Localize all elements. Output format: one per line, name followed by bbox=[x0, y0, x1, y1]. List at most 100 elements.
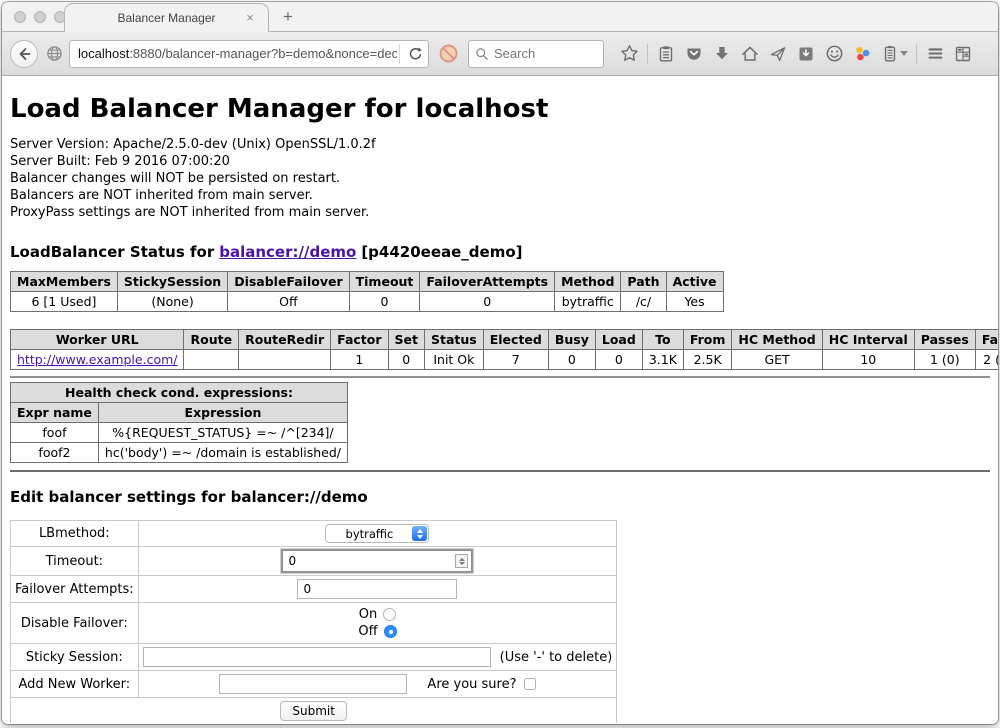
timeout-input[interactable] bbox=[282, 550, 472, 572]
search-bar[interactable] bbox=[468, 40, 604, 68]
cell-set: 0 bbox=[388, 350, 424, 370]
tab-balancer-manager[interactable]: Balancer Manager × bbox=[64, 3, 269, 32]
form-row-add-worker: Add New Worker: Are you sure? bbox=[11, 671, 617, 698]
table-title-row: Health check cond. expressions: bbox=[11, 383, 348, 403]
add-worker-input[interactable] bbox=[219, 674, 407, 694]
notes-clipboard-button[interactable] bbox=[877, 41, 911, 67]
col-hc-interval: HC Interval bbox=[822, 330, 914, 350]
site-identity-globe-icon[interactable] bbox=[46, 45, 63, 62]
cell-route bbox=[184, 350, 239, 370]
dropdown-caret-icon bbox=[900, 51, 908, 56]
cell-path: /c/ bbox=[621, 292, 666, 312]
save-square-icon bbox=[797, 45, 815, 63]
lbmethod-selected-value: bytraffic bbox=[346, 527, 394, 541]
inherit-warning-line: Balancers are NOT inherited from main se… bbox=[10, 187, 990, 204]
search-input[interactable] bbox=[494, 46, 584, 61]
new-tab-button[interactable]: + bbox=[269, 7, 307, 31]
content-blocker-icon[interactable] bbox=[438, 43, 459, 64]
pocket-button[interactable] bbox=[681, 41, 707, 67]
select-stepper-icon bbox=[412, 526, 427, 541]
confirm-checkbox[interactable] bbox=[524, 678, 536, 690]
disable-failover-on-radio[interactable] bbox=[383, 608, 396, 621]
close-window-button[interactable] bbox=[14, 11, 26, 23]
tab-tiles-button[interactable] bbox=[950, 41, 976, 67]
number-stepper-icon[interactable] bbox=[455, 554, 468, 568]
table-header-row: Expr name Expression bbox=[11, 403, 348, 423]
col-factor: Factor bbox=[331, 330, 388, 350]
cell-from: 2.5K bbox=[683, 350, 732, 370]
tab-close-icon[interactable]: × bbox=[242, 10, 258, 26]
col-expression: Expression bbox=[98, 403, 347, 423]
url-bar[interactable]: localhost:8880/balancer-manager?b=demo&n… bbox=[69, 40, 429, 68]
table-row: http://www.example.com/ 1 0 Init Ok 7 0 … bbox=[11, 350, 999, 370]
cell-failoverattempts: 0 bbox=[420, 292, 555, 312]
browser-window: Balancer Manager × + localhost:8880/bala… bbox=[2, 2, 998, 724]
cell-method: bytraffic bbox=[555, 292, 621, 312]
balancer-link[interactable]: balancer://demo bbox=[219, 243, 356, 261]
col-active: Active bbox=[666, 272, 723, 292]
table-row: 6 [1 Used] (None) Off 0 0 bytraffic /c/ … bbox=[11, 292, 724, 312]
cell-maxmembers: 6 [1 Used] bbox=[11, 292, 118, 312]
col-expr-name: Expr name bbox=[11, 403, 99, 423]
extension-dots-button[interactable] bbox=[849, 41, 875, 67]
download-arrow-icon bbox=[713, 45, 731, 63]
tab-title: Balancer Manager bbox=[117, 11, 215, 25]
col-busy: Busy bbox=[548, 330, 595, 350]
table-row: foof %{REQUEST_STATUS} =~ /^[234]/ bbox=[11, 423, 348, 443]
notes-clipboard-icon bbox=[881, 45, 899, 63]
search-icon bbox=[475, 47, 489, 61]
back-button[interactable] bbox=[10, 40, 38, 68]
back-arrow-icon bbox=[16, 46, 32, 62]
col-route: Route bbox=[184, 330, 239, 350]
reload-button[interactable] bbox=[402, 41, 428, 67]
server-built-line: Server Built: Feb 9 2016 07:00:20 bbox=[10, 153, 990, 170]
radio-off-label: Off bbox=[358, 623, 377, 640]
cell-load: 0 bbox=[595, 350, 642, 370]
menu-button[interactable] bbox=[922, 41, 948, 67]
lbmethod-select[interactable]: bytraffic bbox=[325, 524, 429, 543]
table-header-row: Worker URL Route RouteRedir Factor Set S… bbox=[11, 330, 999, 350]
cell-expr-name: foof2 bbox=[11, 443, 99, 463]
disable-failover-label: Disable Failover: bbox=[11, 603, 139, 644]
cell-expression: %{REQUEST_STATUS} =~ /^[234]/ bbox=[98, 423, 347, 443]
col-disablefailover: DisableFailover bbox=[228, 272, 349, 292]
worker-url-link[interactable]: http://www.example.com/ bbox=[17, 352, 177, 367]
feedback-button[interactable] bbox=[821, 41, 847, 67]
form-row-submit: Submit bbox=[11, 698, 617, 724]
home-icon bbox=[741, 45, 759, 63]
section-divider bbox=[10, 470, 990, 472]
col-stickysession: StickySession bbox=[117, 272, 227, 292]
cell-timeout: 0 bbox=[349, 292, 420, 312]
failover-attempts-input[interactable] bbox=[297, 579, 457, 599]
col-to: To bbox=[642, 330, 683, 350]
colored-dots-icon bbox=[853, 44, 872, 63]
table-header-row: MaxMembers StickySession DisableFailover… bbox=[11, 272, 724, 292]
radio-on-label: On bbox=[359, 606, 377, 623]
confirm-label: Are you sure? bbox=[427, 677, 516, 692]
failover-attempts-label: Failover Attempts: bbox=[11, 576, 139, 603]
send-tab-button[interactable] bbox=[765, 41, 791, 67]
save-page-button[interactable] bbox=[793, 41, 819, 67]
toolbar-separator bbox=[647, 44, 648, 64]
form-row-failover-attempts: Failover Attempts: bbox=[11, 576, 617, 603]
bookmark-star-button[interactable] bbox=[616, 41, 642, 67]
disable-failover-off-radio[interactable] bbox=[384, 625, 397, 638]
edit-settings-heading: Edit balancer settings for balancer://de… bbox=[10, 488, 990, 506]
col-timeout: Timeout bbox=[349, 272, 420, 292]
minimize-window-button[interactable] bbox=[34, 11, 46, 23]
server-info: Server Version: Apache/2.5.0-dev (Unix) … bbox=[10, 136, 990, 221]
reading-list-button[interactable] bbox=[653, 41, 679, 67]
paper-plane-icon bbox=[769, 45, 787, 63]
toolbar-buttons bbox=[616, 41, 976, 67]
url-path: :8880/balancer-manager?b=demo&nonce=decc… bbox=[129, 46, 397, 61]
home-button[interactable] bbox=[737, 41, 763, 67]
submit-button[interactable]: Submit bbox=[280, 701, 347, 721]
col-failoverattempts: FailoverAttempts bbox=[420, 272, 555, 292]
downloads-button[interactable] bbox=[709, 41, 735, 67]
sticky-session-input[interactable] bbox=[143, 647, 491, 667]
section-divider bbox=[10, 376, 990, 378]
balancer-status-table: MaxMembers StickySession DisableFailover… bbox=[10, 271, 724, 312]
cell-busy: 0 bbox=[548, 350, 595, 370]
col-elected: Elected bbox=[483, 330, 548, 350]
col-hc-method: HC Method bbox=[732, 330, 822, 350]
